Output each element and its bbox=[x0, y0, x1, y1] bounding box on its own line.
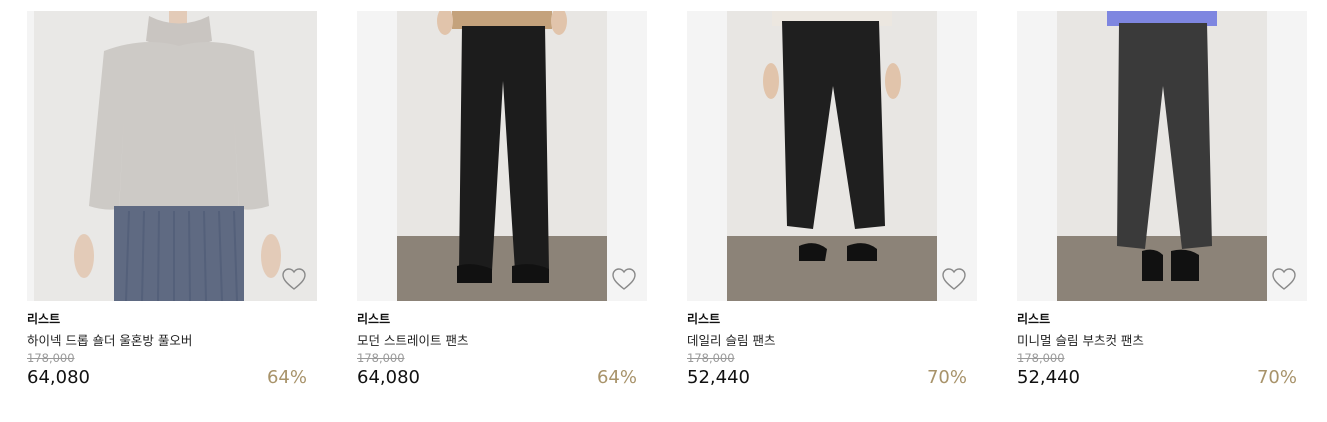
product-image[interactable] bbox=[357, 11, 647, 301]
product-grid: 리스트 하이넥 드롭 숄더 울혼방 풀오버 178,000 64,080 64%… bbox=[27, 11, 1317, 411]
product-name[interactable]: 하이넥 드롭 숄더 울혼방 풀오버 bbox=[27, 330, 192, 349]
heart-outline-icon[interactable] bbox=[1271, 267, 1297, 291]
product-name[interactable]: 미니멀 슬림 부츠컷 팬츠 bbox=[1017, 330, 1144, 349]
original-price: 178,000 bbox=[357, 351, 405, 365]
product-name[interactable]: 모던 스트레이트 팬츠 bbox=[357, 330, 468, 349]
brand-name[interactable]: 리스트 bbox=[27, 310, 60, 327]
discount-rate: 64% bbox=[266, 367, 307, 388]
brand-name[interactable]: 리스트 bbox=[357, 310, 390, 327]
product-card[interactable]: 리스트 모던 스트레이트 팬츠 178,000 64,080 64% bbox=[357, 11, 647, 401]
sale-price: 64,080 bbox=[357, 367, 420, 388]
product-photo bbox=[34, 11, 317, 301]
sale-price: 64,080 bbox=[27, 367, 90, 388]
discount-rate: 64% bbox=[596, 367, 637, 388]
heart-outline-icon[interactable] bbox=[941, 267, 967, 291]
product-image[interactable] bbox=[1017, 11, 1307, 301]
brand-name[interactable]: 리스트 bbox=[687, 310, 720, 327]
product-image[interactable] bbox=[687, 11, 977, 301]
original-price: 178,000 bbox=[1017, 351, 1065, 365]
sale-price: 52,440 bbox=[687, 367, 750, 388]
discount-rate: 70% bbox=[926, 367, 967, 388]
product-name[interactable]: 데일리 슬림 팬츠 bbox=[687, 330, 775, 349]
product-card[interactable]: 리스트 데일리 슬림 팬츠 178,000 52,440 70% bbox=[687, 11, 977, 401]
product-card[interactable]: 리스트 하이넥 드롭 숄더 울혼방 풀오버 178,000 64,080 64% bbox=[27, 11, 317, 401]
brand-name[interactable]: 리스트 bbox=[1017, 310, 1050, 327]
original-price: 178,000 bbox=[687, 351, 735, 365]
product-photo bbox=[1057, 11, 1267, 301]
sale-price: 52,440 bbox=[1017, 367, 1080, 388]
product-image[interactable] bbox=[27, 11, 317, 301]
product-photo bbox=[727, 11, 937, 301]
discount-rate: 70% bbox=[1256, 367, 1297, 388]
original-price: 178,000 bbox=[27, 351, 75, 365]
product-photo bbox=[397, 11, 607, 301]
heart-outline-icon[interactable] bbox=[611, 267, 637, 291]
heart-outline-icon[interactable] bbox=[281, 267, 307, 291]
product-card[interactable]: 리스트 미니멀 슬림 부츠컷 팬츠 178,000 52,440 70% bbox=[1017, 11, 1307, 401]
